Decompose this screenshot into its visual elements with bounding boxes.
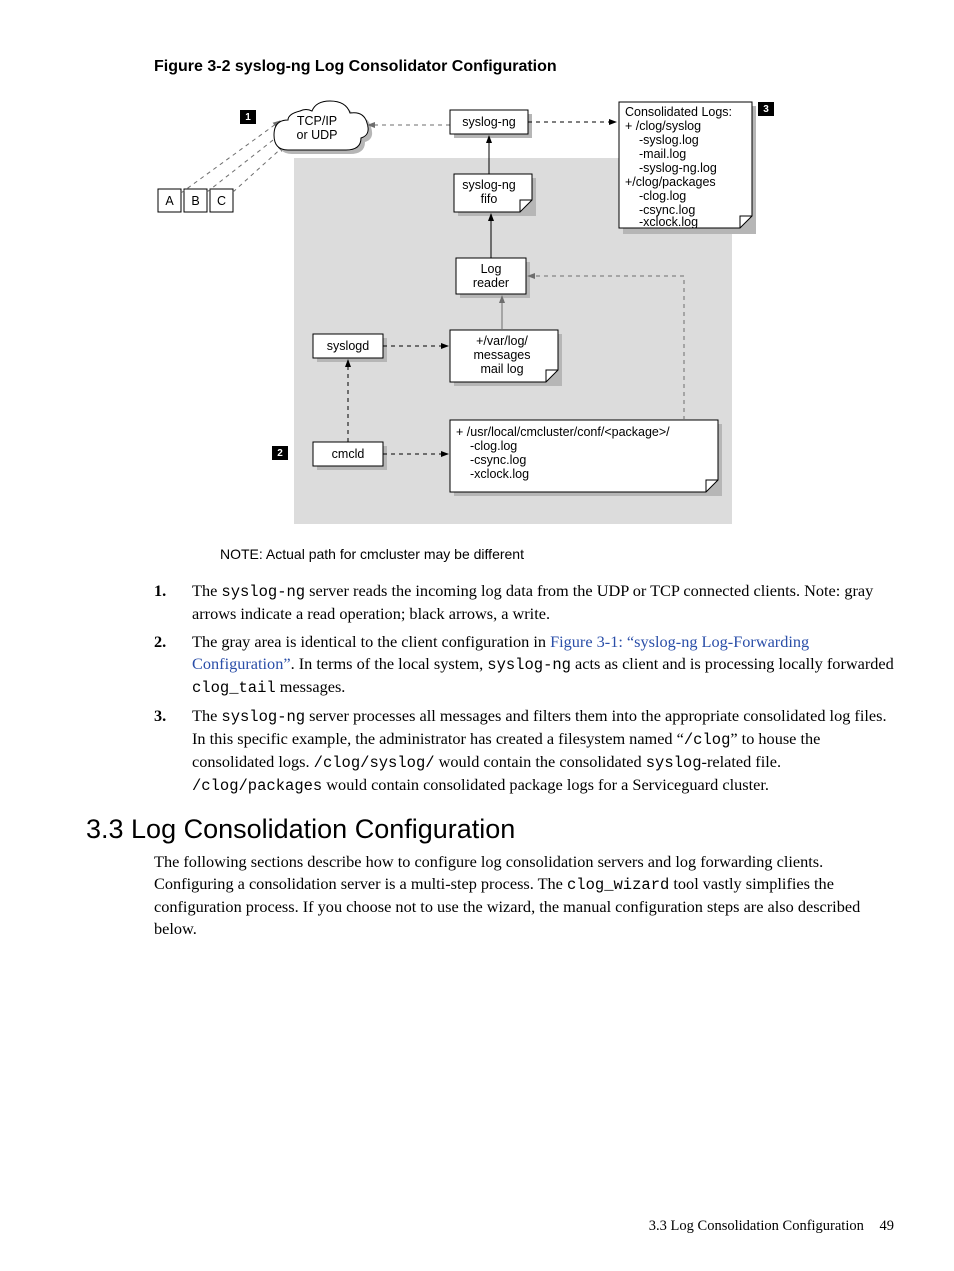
svg-text:3: 3 (763, 104, 769, 115)
svg-text:+/var/log/: +/var/log/ (476, 334, 528, 348)
svg-text:fifo: fifo (481, 192, 498, 206)
svg-text:-syslog.log: -syslog.log (639, 133, 699, 147)
section-heading: 3.3 Log Consolidation Configuration (60, 814, 894, 845)
figure-diagram: A B C TCP/IP or UDP 1 syslog-ng (154, 84, 774, 532)
svg-text:-clog.log: -clog.log (639, 189, 686, 203)
svg-text:messages: messages (474, 348, 531, 362)
svg-text:syslog-ng: syslog-ng (462, 115, 516, 129)
svg-text:syslog-ng: syslog-ng (462, 178, 516, 192)
list-item: The gray area is identical to the client… (154, 631, 894, 699)
svg-text:-csync.log: -csync.log (470, 453, 526, 467)
svg-text:reader: reader (473, 276, 509, 290)
svg-text:mail log: mail log (480, 362, 523, 376)
section-body: The following sections describe how to c… (154, 851, 894, 940)
svg-text:-mail.log: -mail.log (639, 147, 686, 161)
svg-text:+/clog/packages: +/clog/packages (625, 175, 716, 189)
svg-text:A: A (165, 194, 174, 208)
footer-section-label: 3.3 Log Consolidation Configuration (649, 1218, 864, 1234)
svg-text:-syslog-ng.log: -syslog-ng.log (639, 161, 717, 175)
svg-text:C: C (217, 194, 226, 208)
svg-text:Consolidated Logs:: Consolidated Logs: (625, 105, 732, 119)
numbered-list: The syslog-ng server reads the incoming … (154, 580, 894, 796)
svg-text:syslogd: syslogd (327, 339, 369, 353)
svg-text:-xclock.log: -xclock.log (470, 467, 529, 481)
page-footer: 3.3 Log Consolidation Configuration 49 (649, 1218, 894, 1235)
page-number: 49 (880, 1218, 895, 1234)
svg-text:2: 2 (277, 448, 283, 459)
svg-text:-clog.log: -clog.log (470, 439, 517, 453)
svg-text:-xclock.log: -xclock.log (639, 215, 698, 229)
figure-note: NOTE: Actual path for cmcluster may be d… (220, 546, 894, 562)
svg-text:B: B (191, 194, 199, 208)
figure-caption: Figure 3-2 syslog-ng Log Consolidator Co… (154, 58, 894, 76)
list-item: The syslog-ng server processes all messa… (154, 705, 894, 797)
page: Figure 3-2 syslog-ng Log Consolidator Co… (0, 0, 954, 1271)
list-item: The syslog-ng server reads the incoming … (154, 580, 894, 625)
svg-text:cmcld: cmcld (332, 447, 365, 461)
svg-text:+ /clog/syslog: + /clog/syslog (625, 119, 701, 133)
svg-text:Log: Log (481, 262, 502, 276)
svg-text:1: 1 (245, 112, 251, 123)
svg-text:+ /usr/local/cmcluster/conf/<p: + /usr/local/cmcluster/conf/<package>/ (456, 425, 670, 439)
svg-text:or UDP: or UDP (297, 128, 338, 142)
svg-text:TCP/IP: TCP/IP (297, 114, 337, 128)
